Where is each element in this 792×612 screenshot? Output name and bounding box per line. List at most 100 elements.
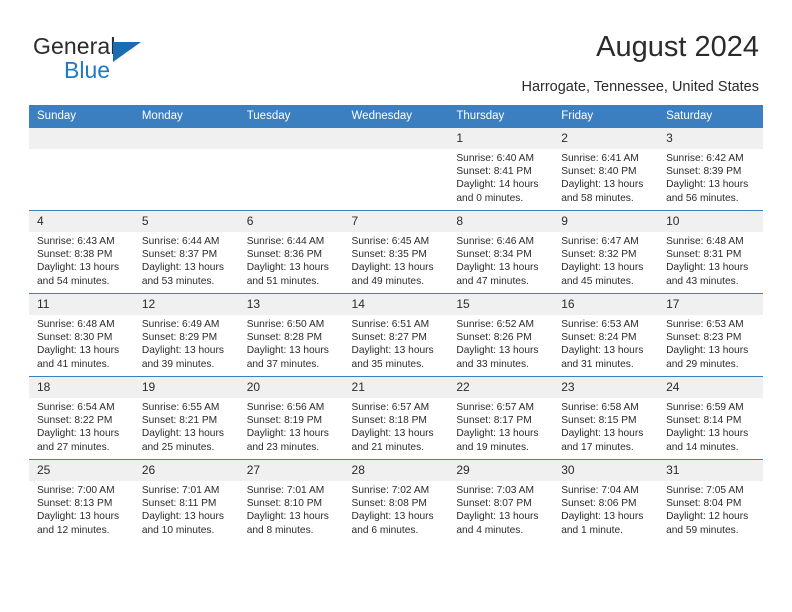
calendar-day-cell[interactable]: 9 Sunrise: 6:47 AM Sunset: 8:32 PM Daylight… [553, 210, 659, 294]
sunset-text: Sunset: 8:35 PM [351, 249, 427, 261]
sunset-text: Sunset: 8:19 PM [246, 415, 323, 427]
sunset-text: Sunset: 8:17 PM [456, 415, 532, 427]
daylight-text-line1: Daylight: 13 hours [141, 428, 224, 440]
daylight-text-line2: and 47 minutes. [456, 275, 529, 287]
day-sun-info: Sunrise: 6:53 AM Sunset: 8:23 PM Daylight:… [658, 315, 763, 371]
day-sun-info: Sunrise: 6:57 AM Sunset: 8:17 PM Daylight:… [448, 398, 553, 454]
day-sun-info: Sunrise: 6:41 AM Sunset: 8:40 PM Daylight:… [553, 149, 658, 205]
day-number: 20 [238, 377, 344, 398]
calendar-day-cell[interactable]: 13 Sunrise: 6:50 AM Sunset: 8:28 PM Dayligh… [238, 293, 344, 377]
sunrise-text: Sunrise: 7:05 AM [666, 485, 744, 496]
sunrise-text: Sunrise: 6:52 AM [456, 319, 534, 330]
calendar-day-cell[interactable]: 8 Sunrise: 6:46 AM Sunset: 8:34 PM Daylight… [448, 210, 554, 294]
calendar-day-cell[interactable]: 12 Sunrise: 6:49 AM Sunset: 8:29 PM Dayligh… [133, 293, 239, 377]
calendar-day-cell[interactable]: 1 Sunrise: 6:40 AM Sunset: 8:41 PM Daylight… [448, 127, 554, 211]
day-number: 13 [238, 294, 344, 315]
daylight-text-line2: and 25 minutes. [141, 441, 215, 453]
day-number: 22 [448, 377, 554, 398]
calendar-day-cell[interactable]: 31 Sunrise: 7:05 AM Sunset: 8:04 PM Dayligh… [658, 459, 763, 542]
calendar-day-cell[interactable]: 30 Sunrise: 7:04 AM Sunset: 8:06 PM Dayligh… [553, 459, 659, 542]
calendar-week-row: 25 Sunrise: 7:00 AM Sunset: 8:13 PM Dayligh… [29, 459, 763, 542]
daylight-text-line2: and 54 minutes. [37, 275, 110, 287]
daylight-text-line1: Daylight: 13 hours [456, 262, 539, 274]
sunrise-text: Sunrise: 6:44 AM [246, 236, 325, 247]
day-sun-info: Sunrise: 6:45 AM Sunset: 8:35 PM Daylight:… [344, 232, 449, 288]
daylight-text-line2: and 23 minutes. [246, 441, 320, 453]
sunrise-text: Sunrise: 6:46 AM [456, 236, 534, 247]
calendar-day-cell[interactable]: 18 Sunrise: 6:54 AM Sunset: 8:22 PM Dayligh… [29, 376, 134, 460]
day-sun-info: Sunrise: 7:04 AM Sunset: 8:06 PM Daylight:… [553, 481, 658, 537]
sunrise-text: Sunrise: 6:53 AM [561, 319, 639, 330]
calendar-day-cell[interactable]: 7 Sunrise: 6:45 AM Sunset: 8:35 PM Daylight… [343, 210, 449, 294]
daylight-text-line2: and 1 minute. [561, 524, 623, 536]
calendar-day-cell[interactable]: 15 Sunrise: 6:52 AM Sunset: 8:26 PM Dayligh… [448, 293, 554, 377]
sunset-text: Sunset: 8:32 PM [561, 249, 637, 261]
calendar-day-cell[interactable]: 2 Sunrise: 6:41 AM Sunset: 8:40 PM Daylight… [553, 127, 659, 211]
day-number: 4 [29, 211, 134, 232]
calendar-day-cell[interactable]: 28 Sunrise: 7:02 AM Sunset: 8:08 PM Dayligh… [343, 459, 449, 542]
sunrise-text: Sunrise: 6:44 AM [141, 236, 220, 247]
sunset-text: Sunset: 8:13 PM [37, 498, 113, 510]
calendar-day-cell[interactable]: 16 Sunrise: 6:53 AM Sunset: 8:24 PM Dayligh… [553, 293, 659, 377]
sunrise-text: Sunrise: 7:01 AM [246, 485, 325, 496]
calendar-day-cell[interactable]: 14 Sunrise: 6:51 AM Sunset: 8:27 PM Dayligh… [343, 293, 449, 377]
sunset-text: Sunset: 8:22 PM [37, 415, 113, 427]
calendar-day-cell-empty [238, 127, 344, 211]
day-sun-info: Sunrise: 6:56 AM Sunset: 8:19 PM Daylight:… [239, 398, 344, 454]
calendar-day-cell[interactable]: 17 Sunrise: 6:53 AM Sunset: 8:23 PM Dayligh… [658, 293, 763, 377]
calendar-day-cell[interactable]: 11 Sunrise: 6:48 AM Sunset: 8:30 PM Dayligh… [29, 293, 134, 377]
general-blue-logo[interactable]: General Blue [33, 33, 233, 85]
day-number: 12 [133, 294, 239, 315]
calendar-day-cell[interactable]: 20 Sunrise: 6:56 AM Sunset: 8:19 PM Dayligh… [238, 376, 344, 460]
day-number: 30 [553, 460, 659, 481]
calendar-day-cell[interactable]: 21 Sunrise: 6:57 AM Sunset: 8:18 PM Dayligh… [343, 376, 449, 460]
daylight-text-line2: and 33 minutes. [456, 358, 529, 370]
calendar-day-cell[interactable]: 23 Sunrise: 6:58 AM Sunset: 8:15 PM Dayligh… [553, 376, 659, 460]
calendar-day-cell[interactable]: 5 Sunrise: 6:44 AM Sunset: 8:37 PM Daylight… [133, 210, 239, 294]
sunset-text: Sunset: 8:11 PM [141, 498, 217, 510]
calendar-day-cell[interactable]: 25 Sunrise: 7:00 AM Sunset: 8:13 PM Dayligh… [29, 459, 134, 542]
weekday-header-thursday: Thursday [448, 105, 554, 128]
calendar-day-cell[interactable]: 10 Sunrise: 6:48 AM Sunset: 8:31 PM Dayligh… [658, 210, 763, 294]
sunrise-text: Sunrise: 6:56 AM [246, 402, 325, 413]
daylight-text-line2: and 49 minutes. [351, 275, 425, 287]
sunset-text: Sunset: 8:07 PM [456, 498, 532, 510]
sunrise-text: Sunrise: 6:55 AM [141, 402, 220, 413]
sunset-text: Sunset: 8:31 PM [666, 249, 742, 261]
sunset-text: Sunset: 8:41 PM [456, 166, 532, 178]
page-header: General Blue August 2024 Harrogate, Tenn… [0, 0, 792, 100]
calendar-day-cell[interactable]: 3 Sunrise: 6:42 AM Sunset: 8:39 PM Daylight… [658, 127, 763, 211]
sunrise-sunset-calendar: Sunday Monday Tuesday Wednesday Thursday Frid… [29, 105, 763, 542]
daylight-text-line2: and 41 minutes. [37, 358, 110, 370]
daylight-text-line1: Daylight: 13 hours [456, 428, 539, 440]
sunrise-text: Sunrise: 6:50 AM [246, 319, 325, 330]
triangle-icon [113, 42, 141, 62]
daylight-text-line1: Daylight: 13 hours [246, 511, 329, 523]
daylight-text-line1: Daylight: 13 hours [37, 262, 120, 274]
daylight-text-line2: and 59 minutes. [666, 524, 739, 536]
calendar-day-cell[interactable]: 6 Sunrise: 6:44 AM Sunset: 8:36 PM Daylight… [238, 210, 344, 294]
daylight-text-line1: Daylight: 12 hours [666, 511, 749, 523]
daylight-text-line2: and 39 minutes. [141, 358, 215, 370]
day-number: 28 [343, 460, 449, 481]
calendar-day-cell[interactable]: 26 Sunrise: 7:01 AM Sunset: 8:11 PM Dayligh… [133, 459, 239, 542]
daylight-text-line1: Daylight: 13 hours [37, 345, 120, 357]
daylight-text-line1: Daylight: 13 hours [141, 511, 224, 523]
day-number: 29 [448, 460, 554, 481]
sunset-text: Sunset: 8:29 PM [141, 332, 218, 344]
sunrise-text: Sunrise: 7:00 AM [37, 485, 115, 496]
daylight-text-line1: Daylight: 13 hours [561, 345, 644, 357]
calendar-day-cell[interactable]: 4 Sunrise: 6:43 AM Sunset: 8:38 PM Daylight… [29, 210, 134, 294]
daylight-text-line2: and 17 minutes. [561, 441, 634, 453]
daylight-text-line1: Daylight: 13 hours [456, 511, 539, 523]
calendar-week-row: 11 Sunrise: 6:48 AM Sunset: 8:30 PM Dayligh… [29, 293, 763, 377]
day-number: 6 [238, 211, 344, 232]
calendar-day-cell[interactable]: 29 Sunrise: 7:03 AM Sunset: 8:07 PM Dayligh… [448, 459, 554, 542]
sunset-text: Sunset: 8:08 PM [351, 498, 427, 510]
day-sun-info: Sunrise: 7:02 AM Sunset: 8:08 PM Daylight:… [344, 481, 449, 537]
calendar-day-cell[interactable]: 22 Sunrise: 6:57 AM Sunset: 8:17 PM Dayligh… [448, 376, 554, 460]
calendar-day-cell[interactable]: 27 Sunrise: 7:01 AM Sunset: 8:10 PM Dayligh… [238, 459, 344, 542]
calendar-day-cell[interactable]: 19 Sunrise: 6:55 AM Sunset: 8:21 PM Dayligh… [133, 376, 239, 460]
calendar-day-cell[interactable]: 24 Sunrise: 6:59 AM Sunset: 8:14 PM Dayligh… [658, 376, 763, 460]
sunset-text: Sunset: 8:15 PM [561, 415, 637, 427]
